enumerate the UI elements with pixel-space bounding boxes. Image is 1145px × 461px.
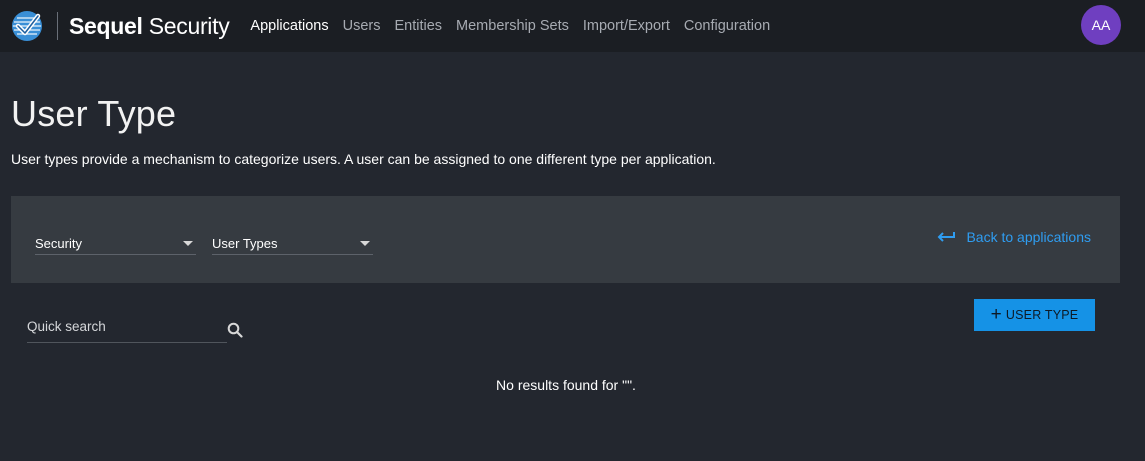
chevron-down-icon [360,240,370,246]
brand-logo[interactable]: Sequel Security [11,0,230,52]
module-select[interactable]: User Types [212,222,373,255]
no-results-message: No results found for "". [496,377,636,393]
add-user-type-label: USER TYPE [1005,308,1079,322]
return-arrow-icon [938,232,956,242]
nav-applications[interactable]: Applications [250,18,328,34]
filter-panel: Security User Types Back to applications [11,196,1120,283]
nav-import-export[interactable]: Import/Export [583,18,670,34]
page-description: User types provide a mechanism to catego… [11,151,716,167]
plus-icon: + [990,303,1002,325]
search-icon[interactable] [227,322,243,338]
chevron-down-icon [183,240,193,246]
back-to-applications-link[interactable]: Back to applications [937,229,1091,245]
main-nav: Applications Users Entities Membership S… [250,18,784,34]
user-avatar[interactable]: AA [1081,5,1121,45]
quick-search [27,312,243,343]
nav-membership-sets[interactable]: Membership Sets [456,18,569,34]
page-title: User Type [11,93,177,134]
module-select-value: User Types [212,235,278,251]
checkmark-globe-icon [12,11,42,41]
nav-configuration[interactable]: Configuration [684,18,770,34]
nav-users[interactable]: Users [343,18,381,34]
logo-divider [57,12,58,40]
application-select[interactable]: Security [35,222,196,255]
back-link-label: Back to applications [966,229,1091,245]
brand-name-light: Security [148,12,230,39]
brand-name: Sequel Security [69,12,230,40]
add-user-type-button[interactable]: + USER TYPE [974,299,1095,331]
search-input[interactable] [27,312,225,340]
nav-entities[interactable]: Entities [394,18,442,34]
application-select-value: Security [35,235,82,251]
top-navigation-bar: Sequel Security Applications Users Entit… [0,0,1145,52]
brand-name-bold: Sequel [69,12,143,39]
